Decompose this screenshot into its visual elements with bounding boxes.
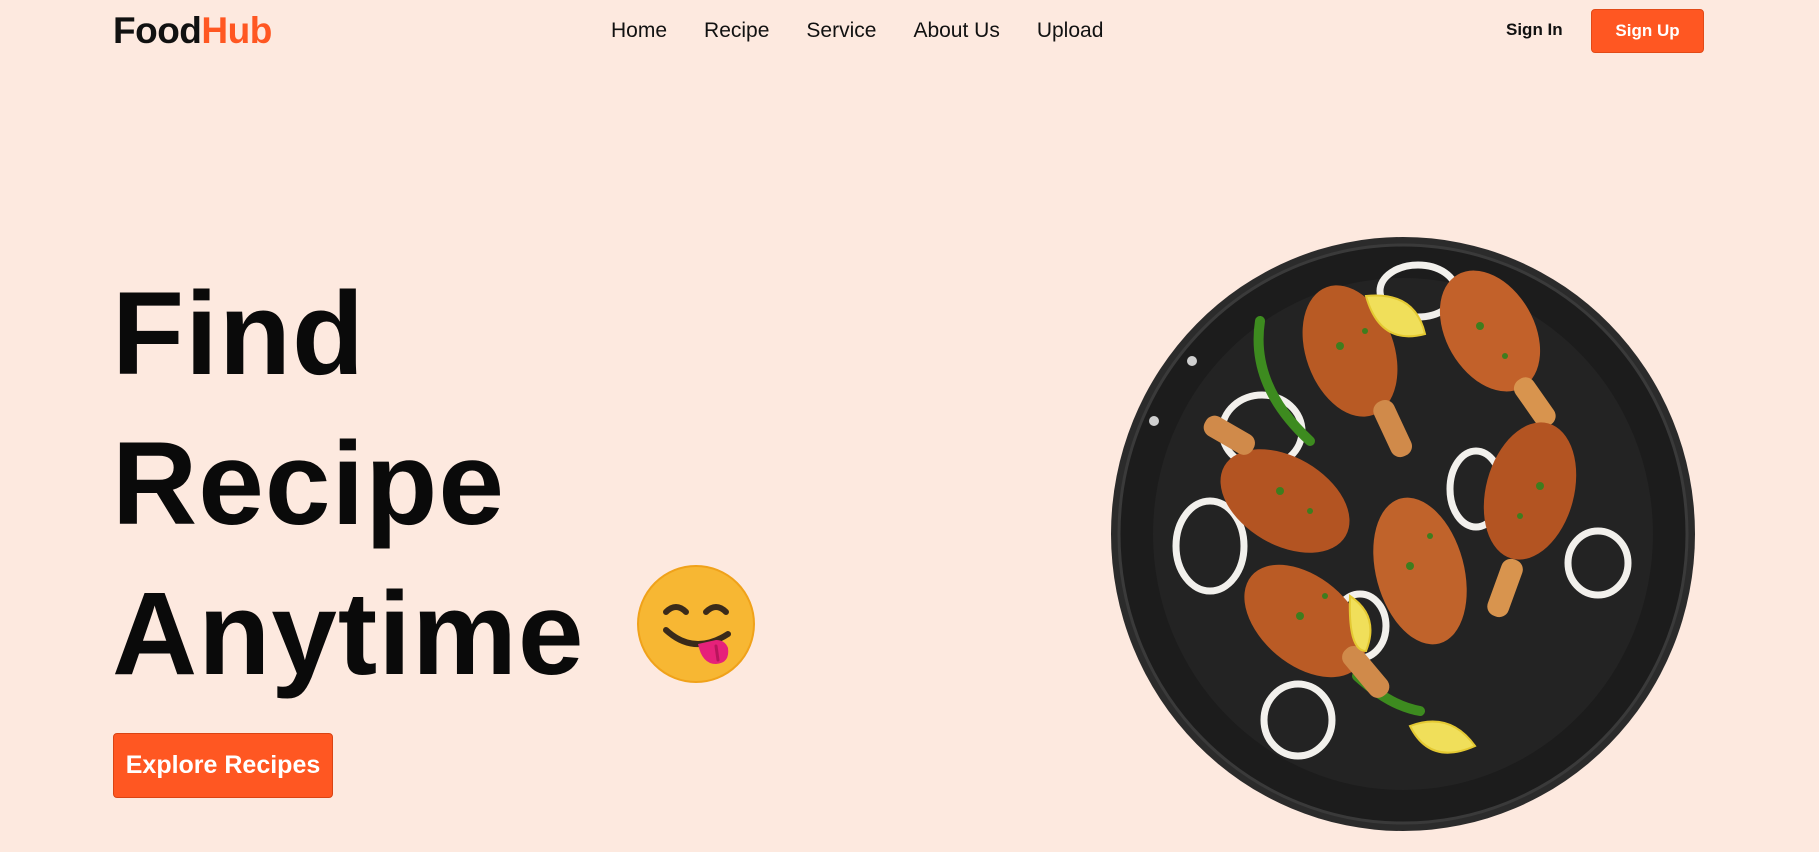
hero-line-anytime: Anytime <box>112 568 585 700</box>
landing-page: FoodHub Home Recipe Service About Us Upl… <box>0 0 1819 852</box>
nav-upload[interactable]: Upload <box>1037 19 1104 43</box>
brand-logo-hub: Hub <box>201 10 272 51</box>
brand-logo[interactable]: FoodHub <box>113 10 272 52</box>
nav-about-us[interactable]: About Us <box>913 19 999 43</box>
sign-in-link[interactable]: Sign In <box>1506 20 1563 40</box>
face-savoring-food-icon <box>637 565 755 683</box>
nav-service[interactable]: Service <box>806 19 876 43</box>
explore-recipes-button[interactable]: Explore Recipes <box>113 733 333 798</box>
hero-heading: Find Recipe Anytime <box>112 264 585 714</box>
sign-up-button[interactable]: Sign Up <box>1591 9 1704 53</box>
brand-logo-food: Food <box>113 10 202 51</box>
chicken-dish-image <box>1111 237 1695 831</box>
nav-recipe[interactable]: Recipe <box>704 19 769 43</box>
hero-line-find: Find <box>112 268 366 400</box>
main-nav: Home Recipe Service About Us Upload <box>611 19 1140 43</box>
hero-line-recipe: Recipe <box>112 418 505 550</box>
nav-home[interactable]: Home <box>611 19 667 43</box>
